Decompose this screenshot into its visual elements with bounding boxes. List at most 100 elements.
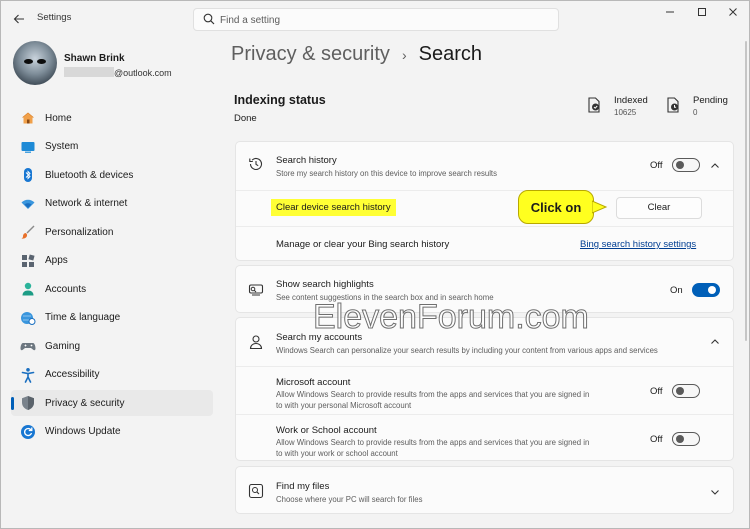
microsoft-account-description-1: Allow Windows Search to provide results … [276,390,590,399]
sidebar-item-personalization[interactable]: Personalization [11,219,213,245]
work-account-toggle[interactable] [672,432,700,446]
sidebar-item-bluetooth[interactable]: Bluetooth & devices [11,162,213,188]
sidebar-item-label: Network & internet [45,198,128,209]
minimize-button[interactable] [657,6,683,22]
search-history-toggle[interactable] [672,158,700,172]
work-account-toggle-state: Off [650,434,663,445]
sidebar-item-time-language[interactable]: Time & language [11,305,213,331]
clear-device-history-label: Clear device search history [271,199,396,216]
breadcrumb-parent[interactable]: Privacy & security [231,43,390,66]
indexed-value: 10625 [614,108,637,117]
search-highlights-toggle[interactable] [692,283,720,297]
system-icon [21,141,35,153]
search-input[interactable] [220,12,540,28]
sidebar-item-gaming[interactable]: Gaming [11,333,213,359]
sidebar-item-system[interactable]: System [11,134,213,160]
search-accounts-card: Search my accounts Windows Search can pe… [235,317,734,461]
search-history-title: Search history [276,155,337,166]
sidebar-item-privacy-security[interactable]: Privacy & security [11,390,213,416]
page-title: Search [418,43,482,65]
sidebar-item-label: Accounts [45,283,87,295]
chevron-up-icon[interactable] [710,161,720,171]
sidebar-item-home[interactable]: Home [11,105,213,131]
maximize-button[interactable] [689,6,715,22]
microsoft-account-description-2: to with your personal Microsoft account [276,401,412,410]
back-button[interactable] [9,9,29,29]
highlights-icon [248,284,264,296]
user-name: Shawn Brink [64,53,125,64]
sidebar-item-label: Windows Update [45,426,121,437]
bluetooth-icon [24,168,32,182]
sidebar-item-label: Privacy & security [45,397,125,409]
work-account-description-2: to with your work or school account [276,449,398,458]
clear-history-row: Clear device search history Clear [236,190,733,226]
title-bar: Settings [1,1,749,37]
app-title: Settings [37,12,72,23]
sidebar-item-windows-update[interactable]: Windows Update [11,419,213,445]
toggle-knob [676,435,684,443]
microsoft-account-toggle[interactable] [672,384,700,398]
person-icon [249,335,263,350]
globe-clock-icon [21,311,36,325]
bing-history-link[interactable]: Bing search history settings [580,239,696,250]
clear-history-button[interactable]: Clear [616,197,702,219]
update-icon [21,424,35,439]
pending-value: 0 [693,108,698,117]
sidebar-item-label: System [45,141,79,152]
work-account-title: Work or School account [276,425,377,436]
search-history-card: Search history Store my search history o… [235,141,734,261]
minimize-icon [666,11,674,13]
breadcrumb: Privacy & security › Search [231,43,482,66]
bing-history-label: Manage or clear your Bing search history [276,239,450,250]
sidebar-item-accounts[interactable]: Accounts [11,276,213,302]
avatar-eye [24,59,33,64]
callout-pointer [592,200,608,214]
search-history-row[interactable]: Search history Store my search history o… [236,142,733,190]
history-icon [249,157,263,170]
close-icon [729,8,737,16]
search-accounts-description: Windows Search can personalize your sear… [276,346,658,355]
apps-icon [22,253,35,267]
gamepad-icon [20,343,36,351]
watermark: ElevenForum.com [313,298,590,337]
chevron-up-icon[interactable] [710,337,720,347]
sidebar-item-apps[interactable]: Apps [11,248,213,274]
find-files-description: Choose where your PC will search for fil… [276,495,423,504]
home-icon [22,112,34,124]
shield-icon [22,396,34,410]
network-icon [21,199,35,209]
chevron-down-icon[interactable] [710,487,720,497]
avatar-eye [37,59,46,64]
accessibility-icon [21,367,35,383]
search-highlights-title: Show search highlights [276,279,374,290]
settings-search-box[interactable] [193,8,559,31]
back-arrow-icon [13,14,24,24]
microsoft-account-row: Microsoft account Allow Windows Search t… [236,366,733,414]
search-history-description: Store my search history on this device t… [276,169,498,178]
work-account-description-1: Allow Windows Search to provide results … [276,438,590,447]
settings-window: Settings Shawn Brink @outlook.com [0,0,750,529]
file-search-icon [248,483,264,499]
close-button[interactable] [720,6,746,22]
indexed-label: Indexed [614,95,648,106]
indexed-doc-icon [588,97,600,113]
sidebar-item-label: Accessibility [45,369,100,380]
callout-bubble: Click on [518,190,594,224]
user-email-domain: @outlook.com [114,68,172,78]
sidebar-item-label: Bluetooth & devices [45,169,134,181]
maximize-icon [698,8,706,16]
sidebar-item-network[interactable]: Network & internet [11,191,213,217]
sidebar-item-accessibility[interactable]: Accessibility [11,362,213,388]
sidebar-item-label: Time & language [45,312,121,323]
scrollbar[interactable] [745,41,747,341]
sidebar-item-label: Home [45,112,72,124]
microsoft-account-toggle-state: Off [650,386,663,397]
brush-icon [21,225,35,239]
indexing-status-title: Indexing status [234,93,326,107]
search-icon [203,13,215,25]
search-history-toggle-state: Off [650,160,663,171]
pending-label: Pending [693,95,728,106]
find-files-row[interactable]: Find my files Choose where your PC will … [236,467,733,515]
avatar[interactable] [13,41,57,85]
pending-doc-icon [667,97,679,113]
